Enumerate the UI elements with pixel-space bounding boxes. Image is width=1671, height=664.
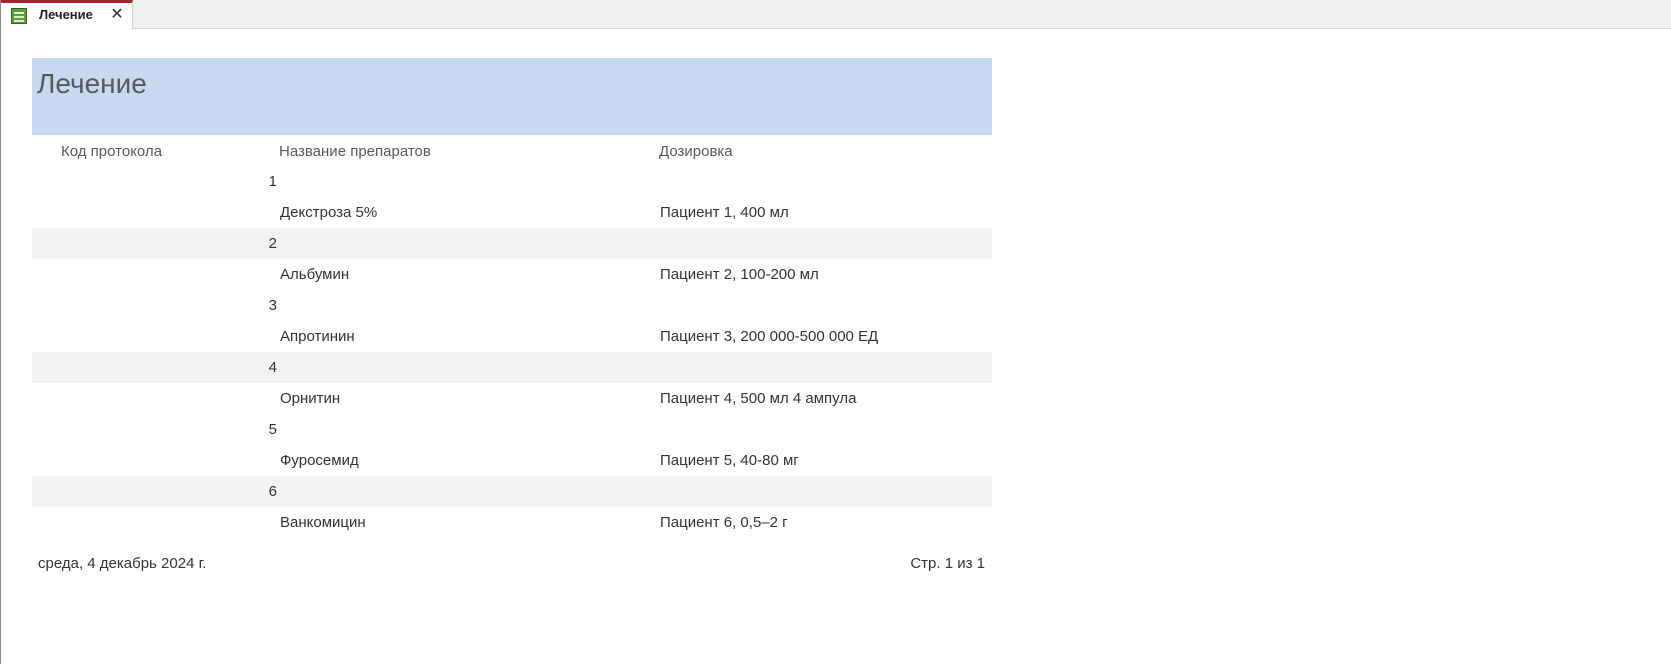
protocol-code: 6 xyxy=(268,483,277,500)
report-title: Лечение xyxy=(37,68,147,99)
protocol-code: 3 xyxy=(268,297,277,314)
drug-name: Фуросемид xyxy=(280,452,359,469)
dosage: Пациент 2, 100-200 мл xyxy=(660,266,819,283)
report-footer: среда, 4 декабрь 2024 г. Стр. 1 из 1 xyxy=(32,538,992,598)
drug-name: Ванкомицин xyxy=(280,514,366,531)
column-header-dose: Дозировка xyxy=(659,143,733,160)
detail-row: Орнитин Пациент 4, 500 мл 4 ампула xyxy=(32,383,992,414)
dosage: Пациент 1, 400 мл xyxy=(660,204,789,221)
detail-row: Альбумин Пациент 2, 100-200 мл xyxy=(32,259,992,290)
protocol-code: 4 xyxy=(268,359,277,376)
drug-name: Апротинин xyxy=(280,328,355,345)
drug-name: Альбумин xyxy=(280,266,350,283)
close-icon[interactable]: ✕ xyxy=(109,5,125,23)
protocol-code: 5 xyxy=(268,421,277,438)
protocol-code: 2 xyxy=(268,235,277,252)
group-row: 1 xyxy=(32,166,992,197)
group-row: 5 xyxy=(32,414,992,445)
report-date: среда, 4 декабрь 2024 г. xyxy=(38,555,207,572)
column-header-code: Код протокола xyxy=(61,143,163,160)
group-row: 4 xyxy=(32,352,992,383)
page-number: Стр. 1 из 1 xyxy=(910,555,985,572)
report-header: Лечение xyxy=(32,58,992,135)
dosage: Пациент 4, 500 мл 4 ампула xyxy=(660,390,857,407)
report-icon xyxy=(11,8,27,24)
drug-name: Орнитин xyxy=(280,390,341,407)
group-row: 2 xyxy=(32,228,992,259)
drug-name: Декстроза 5% xyxy=(280,204,378,221)
detail-row: Декстроза 5% Пациент 1, 400 мл xyxy=(32,197,992,228)
report-window: Лечение ✕ Лечение Код протокола Название… xyxy=(0,0,1671,664)
dosage: Пациент 6, 0,5–2 г xyxy=(660,514,788,531)
report-page: Лечение Код протокола Название препарато… xyxy=(32,58,992,598)
detail-row: Апротинин Пациент 3, 200 000-500 000 ЕД xyxy=(32,321,992,352)
document-tab-strip: Лечение ✕ xyxy=(1,0,1671,30)
group-row: 3 xyxy=(32,290,992,321)
dosage: Пациент 5, 40-80 мг xyxy=(660,452,799,469)
dosage: Пациент 3, 200 000-500 000 ЕД xyxy=(660,328,879,345)
tab-lechenie[interactable]: Лечение ✕ xyxy=(1,0,133,30)
group-row: 6 xyxy=(32,476,992,507)
detail-row: Фуросемид Пациент 5, 40-80 мг xyxy=(32,445,992,476)
tab-label: Лечение xyxy=(39,7,93,22)
column-headers: Код протокола Название препаратов Дозиро… xyxy=(32,135,992,166)
report-rows: 1 Декстроза 5% Пациент 1, 400 мл 2 Альбу… xyxy=(32,166,992,538)
column-header-name: Название препаратов xyxy=(279,143,431,160)
protocol-code: 1 xyxy=(268,173,277,190)
detail-row: Ванкомицин Пациент 6, 0,5–2 г xyxy=(32,507,992,538)
